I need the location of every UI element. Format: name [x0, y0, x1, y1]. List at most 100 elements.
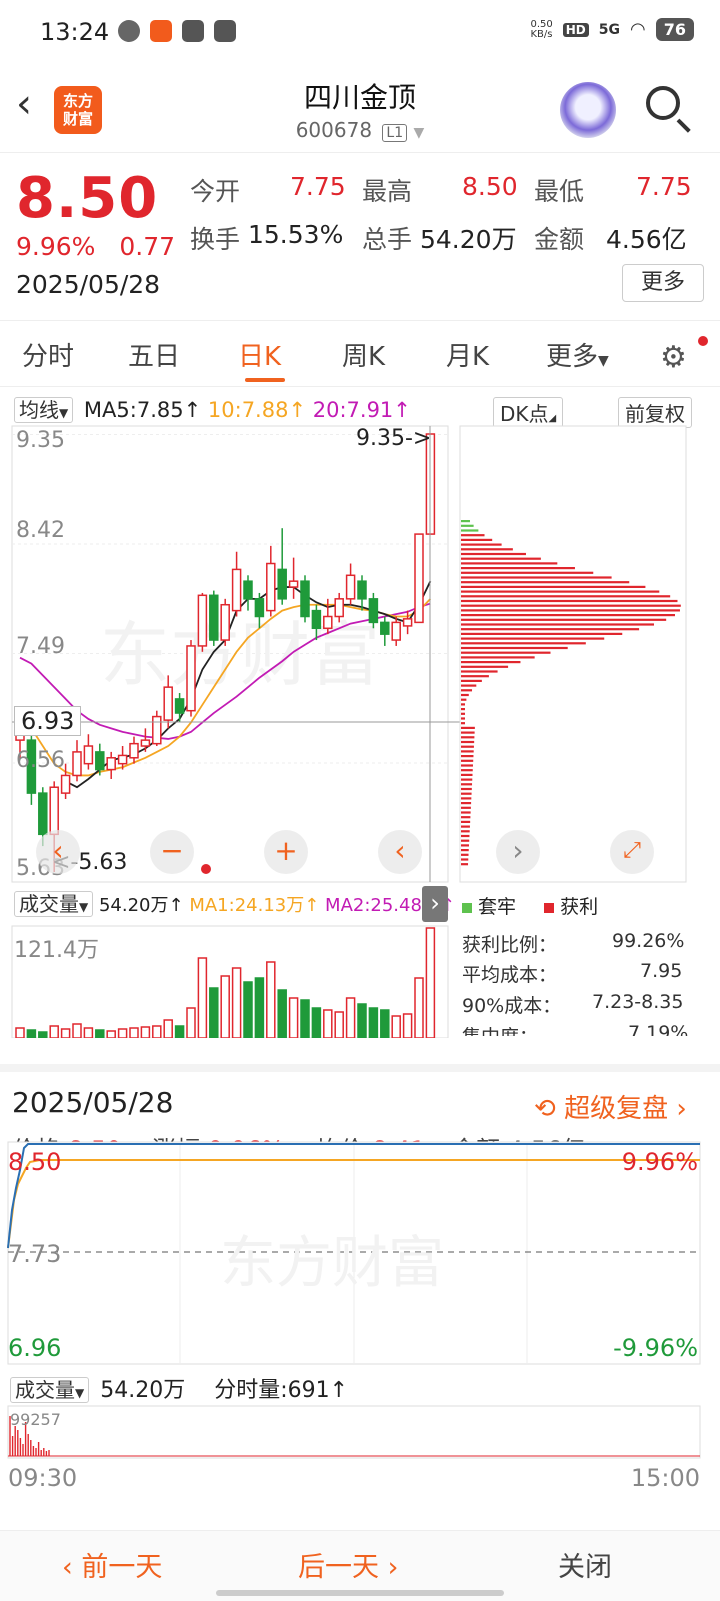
low-label: 最低: [534, 177, 585, 206]
chip-bar: [461, 599, 678, 603]
chip-bar: [461, 538, 493, 541]
intraday-pct-bottom: -9.96%: [613, 1334, 698, 1362]
chip-bar: [461, 820, 471, 823]
intraday-volume-total: 54.20万: [100, 1378, 186, 1403]
volume-bar: [72, 1023, 82, 1038]
more-button[interactable]: 更多: [622, 264, 704, 302]
candle-down: [174, 698, 185, 714]
profit-swatch: [544, 903, 555, 913]
candle-up: [163, 686, 173, 721]
candle-up: [220, 603, 230, 641]
tab-daily-k[interactable]: 日K: [238, 336, 281, 373]
chip-bar: [461, 543, 502, 546]
chip-bar: [461, 642, 586, 645]
chip-bar: [461, 811, 471, 814]
chip-bar: [461, 849, 469, 852]
chip-bar: [461, 708, 465, 711]
chevron-right-icon[interactable]: ›: [496, 830, 540, 874]
net-speed: 0.50 KB/s: [530, 18, 553, 40]
chip-bar: [461, 632, 623, 635]
intraday-pct-top: 9.96%: [621, 1148, 698, 1176]
intraday-y-bottom: 6.96: [8, 1334, 62, 1362]
collapse-arrow-icon[interactable]: ›: [422, 886, 448, 922]
intraday-chart: 东方财富: [7, 1141, 701, 1365]
caret-down-icon: ▼: [413, 125, 425, 141]
prev-day-button[interactable]: ‹ 前一天: [62, 1545, 162, 1584]
volume-bar: [357, 1003, 367, 1038]
candle-down: [38, 792, 48, 836]
intraday-y-mid: 7.73: [8, 1240, 62, 1268]
notification-dot: [698, 336, 708, 346]
scroll-left-button[interactable]: ‹: [378, 830, 422, 874]
zoom-out-button[interactable]: −: [150, 830, 194, 874]
chip-bar: [461, 797, 472, 800]
expand-icon[interactable]: ⤢: [610, 830, 654, 874]
next-day-button[interactable]: 后一天 ›: [298, 1545, 398, 1584]
tab-weekly-k[interactable]: 周K: [342, 336, 385, 373]
high-marker: 9.35->: [356, 426, 432, 451]
chip-bar: [461, 783, 473, 786]
chip-bar: [461, 651, 551, 654]
stock-header: ‹ 东方 财富 四川金顶 600678 L1 ▼: [0, 64, 720, 153]
chip-bar: [461, 834, 470, 838]
candle-up: [414, 533, 424, 624]
wechat-icon: [118, 20, 140, 42]
red-dot: [201, 864, 211, 874]
chip-bar: [461, 567, 575, 570]
tab-monthly-k[interactable]: 月K: [446, 336, 489, 373]
chip-bar: [461, 750, 474, 753]
high-label: 最高: [362, 177, 413, 206]
volume-bar: [83, 1027, 94, 1038]
volume-bar: [345, 997, 356, 1038]
volume-bar: [288, 997, 299, 1038]
indicator-selector[interactable]: 均线▼: [14, 397, 74, 423]
volume-y-max: 121.4万: [14, 938, 99, 963]
chip-bar: [461, 585, 646, 588]
tab-intraday[interactable]: 分时: [22, 336, 74, 373]
open-value: 7.75: [290, 172, 346, 201]
y-label-top: 9.35: [16, 428, 65, 453]
gear-icon[interactable]: ⚙: [660, 340, 687, 375]
chip-bar: [461, 548, 513, 551]
candle-up: [231, 568, 242, 612]
chip-legend: 套牢 获利: [462, 892, 598, 919]
chip-bar: [461, 571, 594, 574]
chip-bar: [461, 557, 541, 560]
chip-bar: [461, 717, 465, 720]
next-day-label: 后一天: [298, 1552, 379, 1583]
volume-selector-label: 成交量: [19, 892, 79, 916]
chip-bar: [461, 665, 509, 668]
chip-bar: [461, 618, 667, 621]
time-start: 09:30: [8, 1464, 78, 1492]
candle-up: [402, 618, 413, 627]
intraday-volume-selector[interactable]: 成交量▼: [10, 1377, 90, 1403]
super-review-link[interactable]: ⟲ 超级复盘 ›: [534, 1088, 687, 1125]
chip-bar: [461, 825, 470, 828]
candle-up: [60, 774, 71, 794]
candle-up: [266, 562, 276, 612]
candle-down: [243, 580, 253, 600]
candle-down: [357, 580, 367, 600]
close-button[interactable]: 关闭: [558, 1545, 612, 1584]
volume-bar: [220, 975, 230, 1038]
volume-bar: [140, 1026, 151, 1038]
assistant-robot-icon[interactable]: [560, 82, 616, 138]
chip-bar: [461, 590, 660, 593]
kline-chart[interactable]: 东方财富: [0, 424, 720, 884]
history-icon: ⟲: [534, 1094, 556, 1124]
tab-five-day[interactable]: 五日: [128, 336, 180, 373]
volume-ma1: MA1:24.13万↑: [189, 895, 320, 916]
volume-selector[interactable]: 成交量▼: [14, 891, 94, 917]
candle-up: [334, 598, 344, 618]
crosshair-price: 6.93: [14, 706, 82, 736]
search-icon[interactable]: [646, 86, 680, 120]
intraday-volume-max: 99257: [10, 1410, 61, 1429]
ma5-value: MA5:7.85↑: [83, 398, 202, 422]
change-pct: 9.96%: [16, 232, 96, 261]
zoom-in-button[interactable]: +: [264, 830, 308, 874]
tab-more[interactable]: 更多▼: [546, 336, 609, 373]
chevron-left-icon[interactable]: ‹: [36, 830, 80, 874]
cost90-value: 7.23-8.35: [592, 991, 684, 1013]
last-price: 8.50: [16, 166, 159, 231]
ma10-value: 10:7.88↑: [207, 398, 307, 422]
